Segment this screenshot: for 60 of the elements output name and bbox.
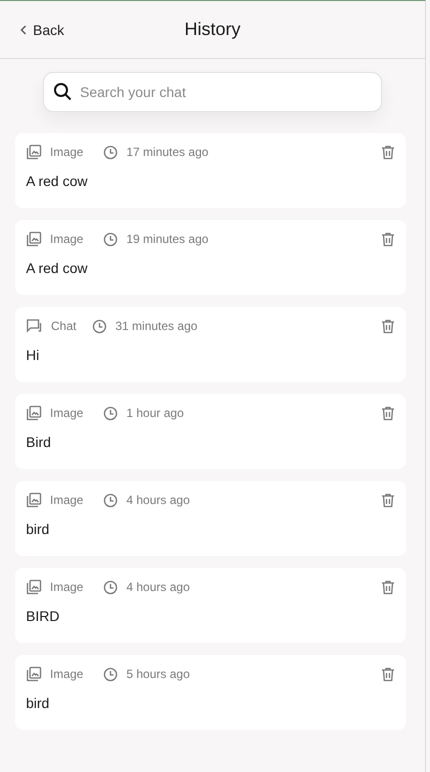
timestamp: 4 hours ago — [126, 580, 190, 594]
history-text: BIRD — [26, 608, 60, 624]
image-icon — [26, 405, 42, 421]
trash-icon — [381, 580, 395, 594]
clock-icon — [103, 232, 118, 246]
delete-button[interactable] — [381, 406, 395, 420]
clock-icon — [103, 666, 118, 682]
type-label: Chat — [51, 319, 76, 333]
type-label: Image — [50, 232, 84, 246]
image-icon — [26, 144, 42, 160]
back-button[interactable]: Back — [18, 20, 66, 40]
trash-icon — [381, 666, 395, 682]
timestamp: 31 minutes ago — [115, 319, 198, 333]
delete-button[interactable] — [381, 144, 395, 160]
type-label: Image — [50, 667, 84, 681]
history-text: bird — [26, 695, 50, 711]
history-card[interactable]: Image 1 hour ago Bird — [15, 394, 406, 469]
chat-icon — [26, 318, 43, 334]
clock-icon — [103, 406, 118, 420]
timestamp: 1 hour ago — [126, 406, 184, 420]
trash-icon — [381, 232, 395, 246]
clock-icon — [92, 318, 108, 334]
trash-icon — [381, 144, 395, 160]
delete-button[interactable] — [381, 580, 395, 594]
type-label: Image — [50, 145, 84, 159]
clock-icon — [103, 144, 118, 160]
timestamp: 19 minutes ago — [126, 232, 208, 246]
chevron-icon — [20, 24, 27, 34]
delete-button[interactable] — [381, 318, 395, 334]
history-card[interactable]: Image 19 minutes ago A red cow — [15, 220, 406, 295]
history-card[interactable]: Chat 31 minutes ago Hi — [15, 307, 406, 382]
image-icon — [26, 579, 42, 595]
timestamp: 4 hours ago — [126, 493, 190, 507]
trash-icon — [381, 492, 395, 508]
history-text: A red cow — [26, 173, 88, 189]
delete-button[interactable] — [381, 492, 395, 508]
history-card[interactable]: Image 5 hours ago bird — [15, 655, 406, 730]
clock-icon — [103, 580, 118, 594]
image-icon — [26, 666, 42, 682]
history-card[interactable]: Image 17 minutes ago A red cow — [15, 133, 406, 208]
image-icon — [26, 231, 42, 247]
history-card[interactable]: Image 4 hours ago BIRD — [15, 568, 406, 643]
trash-icon — [381, 406, 395, 420]
delete-button[interactable] — [381, 232, 395, 246]
history-text: Bird — [26, 434, 52, 450]
type-label: Image — [50, 580, 84, 594]
timestamp: 5 hours ago — [126, 667, 190, 681]
trash-icon — [381, 318, 395, 334]
history-text: Hi — [26, 347, 40, 363]
search-field[interactable]: Search your chat — [43, 72, 382, 112]
history-card[interactable]: Image 4 hours ago bird — [15, 481, 406, 556]
type-label: Image — [50, 406, 84, 420]
type-label: Image — [50, 493, 84, 507]
timestamp: 17 minutes ago — [126, 145, 208, 159]
page-title: History — [184, 19, 240, 40]
history-text: A red cow — [26, 260, 88, 276]
clock-icon — [103, 492, 118, 508]
image-icon — [26, 492, 42, 508]
delete-button[interactable] — [381, 666, 395, 682]
history-text: bird — [26, 521, 50, 537]
